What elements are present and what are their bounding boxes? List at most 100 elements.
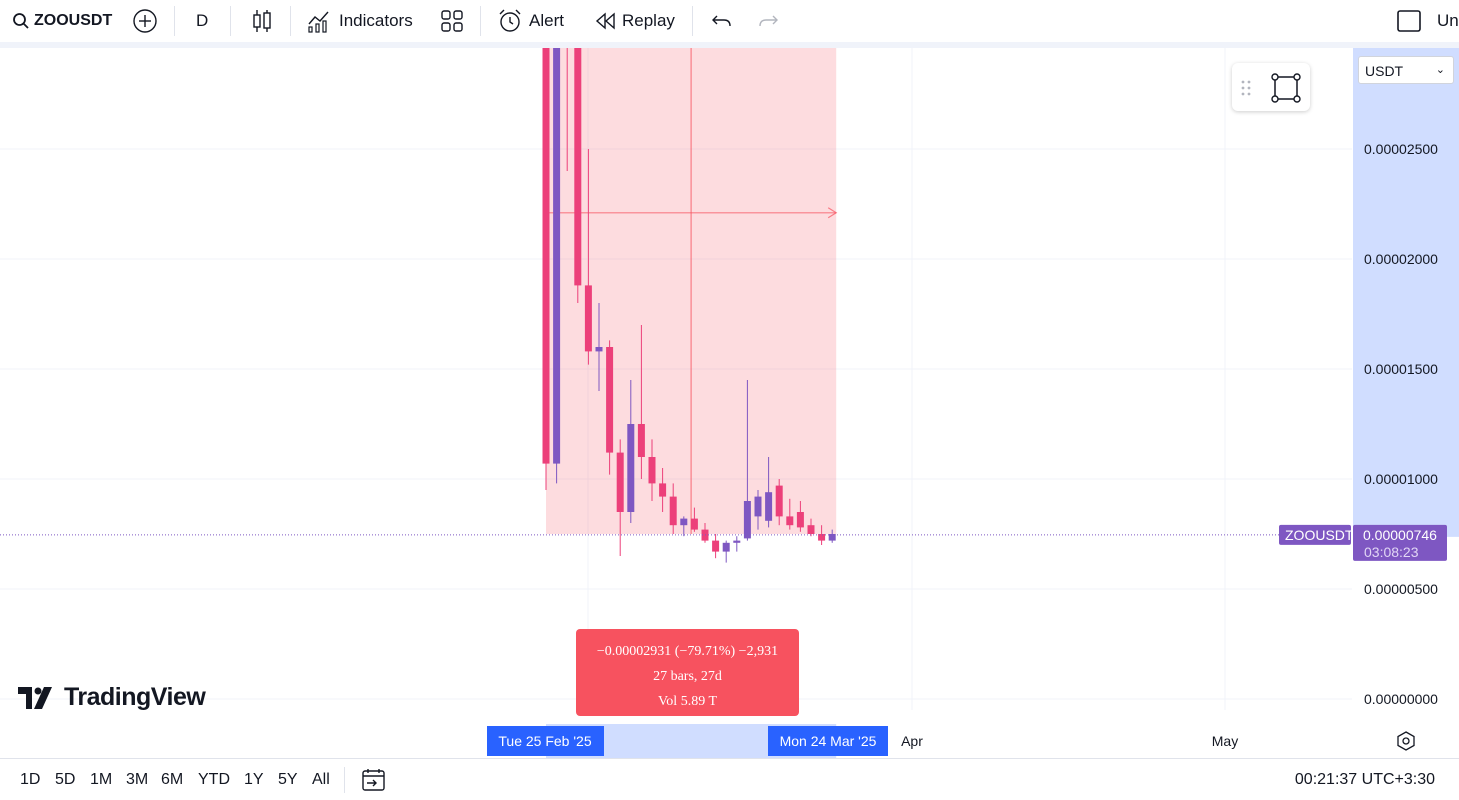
range-5d[interactable]: 5D xyxy=(55,771,75,789)
redo-icon xyxy=(759,15,778,27)
drag-handle-icon[interactable] xyxy=(1240,79,1252,97)
chart-type-button[interactable] xyxy=(250,6,274,36)
month-apr-label: Apr xyxy=(901,733,923,749)
timezone-clock[interactable]: 00:21:37 UTC+3:30 xyxy=(1295,771,1435,789)
countdown-label: 03:08:23 xyxy=(1364,544,1419,560)
layout-templates-button[interactable] xyxy=(440,6,464,36)
undo-button[interactable] xyxy=(710,6,734,36)
candle-body xyxy=(754,496,762,517)
toolbar-divider xyxy=(230,6,231,36)
interval-label: D xyxy=(196,11,209,30)
measure-tooltip: −0.00002931 (−79.71%) −2,931 27 bars, 27… xyxy=(576,629,799,716)
candle-body xyxy=(637,424,645,457)
bottom-divider xyxy=(344,767,345,793)
candle-body xyxy=(796,512,804,528)
candle-body xyxy=(807,525,815,534)
rectangle-tool-icon[interactable] xyxy=(1270,72,1302,104)
price-tick-label: 0.00001000 xyxy=(1364,471,1438,487)
measure-bars: 27 bars, 27d xyxy=(653,669,722,684)
candle-body xyxy=(765,492,773,521)
candle-body xyxy=(669,496,677,526)
toolbar-divider xyxy=(692,6,693,36)
candle-body xyxy=(553,0,561,464)
symbol-name: ZOOUSDT xyxy=(34,12,113,29)
candle xyxy=(712,534,720,559)
square-icon xyxy=(1397,10,1421,32)
bottom-toolbar: 1D 5D 1M 3M 6M YTD 1Y 5Y All 00:21:37 UT… xyxy=(0,758,1459,800)
grid-icon xyxy=(441,10,463,32)
gear-center xyxy=(1402,737,1410,745)
candle-body xyxy=(712,540,720,552)
candle xyxy=(574,0,582,303)
alert-button[interactable]: Alert xyxy=(497,6,564,36)
candle-body xyxy=(690,518,698,530)
month-may-label: May xyxy=(1212,733,1238,749)
interval-button[interactable]: D xyxy=(196,6,208,36)
price-tick-label: 0.00002500 xyxy=(1364,141,1438,157)
layout-save-button[interactable]: Un xyxy=(1396,6,1459,36)
replay-label: Replay xyxy=(622,11,675,30)
measure-volume: Vol 5.89 T xyxy=(658,694,717,709)
rewind-icon xyxy=(595,12,615,30)
range-5y[interactable]: 5Y xyxy=(278,771,298,789)
compare-symbol-button[interactable] xyxy=(132,6,158,36)
candle xyxy=(542,0,550,490)
indicators-button[interactable]: Indicators xyxy=(306,6,413,36)
candle-body xyxy=(733,540,741,543)
range-1y[interactable]: 1Y xyxy=(244,771,264,789)
measure-change: −0.00002931 (−79.71%) −2,931 xyxy=(596,644,779,659)
price-tick-label: 0.00002000 xyxy=(1364,251,1438,267)
range-1d[interactable]: 1D xyxy=(20,771,40,789)
range-6m[interactable]: 6M xyxy=(161,771,183,789)
axis-settings-icon[interactable] xyxy=(1397,731,1415,751)
go-to-date-icon[interactable] xyxy=(361,768,387,792)
undo-icon xyxy=(712,15,731,27)
candle xyxy=(616,439,624,556)
tradingview-logo[interactable]: TradingView xyxy=(18,683,206,712)
range-all[interactable]: All xyxy=(312,771,330,789)
range-ytd[interactable]: YTD xyxy=(198,771,230,789)
candle-body xyxy=(786,516,794,526)
plus-circle-icon xyxy=(133,9,157,33)
candle-body xyxy=(616,452,624,512)
candle-body xyxy=(627,424,635,512)
price-range-highlight xyxy=(1353,0,1459,537)
brand-name: TradingView xyxy=(64,683,206,711)
last-price-label: 0.00000746 xyxy=(1363,527,1437,543)
candle-body xyxy=(574,0,582,286)
currency-select[interactable]: USDT ⌄ xyxy=(1358,56,1454,84)
range-1m[interactable]: 1M xyxy=(90,771,112,789)
indicators-label: Indicators xyxy=(339,11,413,30)
price-axis[interactable]: 0.000055000.000050000.000045000.00004000… xyxy=(1279,0,1459,707)
replay-button[interactable]: Replay xyxy=(594,6,675,36)
indicators-icon xyxy=(308,11,329,33)
toolbar-divider xyxy=(480,6,481,36)
candle xyxy=(553,0,561,484)
tradingview-logo-icon xyxy=(18,686,52,709)
candle-body xyxy=(595,347,603,352)
candle-body xyxy=(743,501,751,539)
date-start-label: Tue 25 Feb '25 xyxy=(498,733,591,749)
candle-body xyxy=(680,518,688,526)
toolbar-divider xyxy=(290,6,291,36)
time-axis[interactable]: Tue 25 Feb '25 Mon 24 Mar '25 Apr May xyxy=(487,724,1415,758)
symbol-search-button[interactable]: ZOOUSDT xyxy=(12,6,112,36)
candles-icon xyxy=(253,10,271,32)
gear-outline xyxy=(1397,731,1415,751)
price-tick-label: 0.00001500 xyxy=(1364,361,1438,377)
redo-button[interactable] xyxy=(756,6,780,36)
alarm-clock-icon xyxy=(499,9,521,32)
search-icon xyxy=(13,13,29,29)
layout-name-label: Un xyxy=(1437,11,1459,30)
candle xyxy=(733,536,741,552)
candle-body xyxy=(722,542,730,552)
toolbar-divider xyxy=(174,6,175,36)
chevron-down-icon: ⌄ xyxy=(1435,64,1445,76)
currency-value: USDT xyxy=(1365,63,1404,79)
floating-drawing-toolbar xyxy=(1232,63,1310,111)
range-3m[interactable]: 3M xyxy=(126,771,148,789)
price-tick-label: 0.00000000 xyxy=(1364,691,1438,707)
candle xyxy=(722,540,730,563)
top-toolbar: ZOOUSDT D Indicators Alert Replay Un xyxy=(0,0,1459,42)
candle-body xyxy=(659,483,667,497)
